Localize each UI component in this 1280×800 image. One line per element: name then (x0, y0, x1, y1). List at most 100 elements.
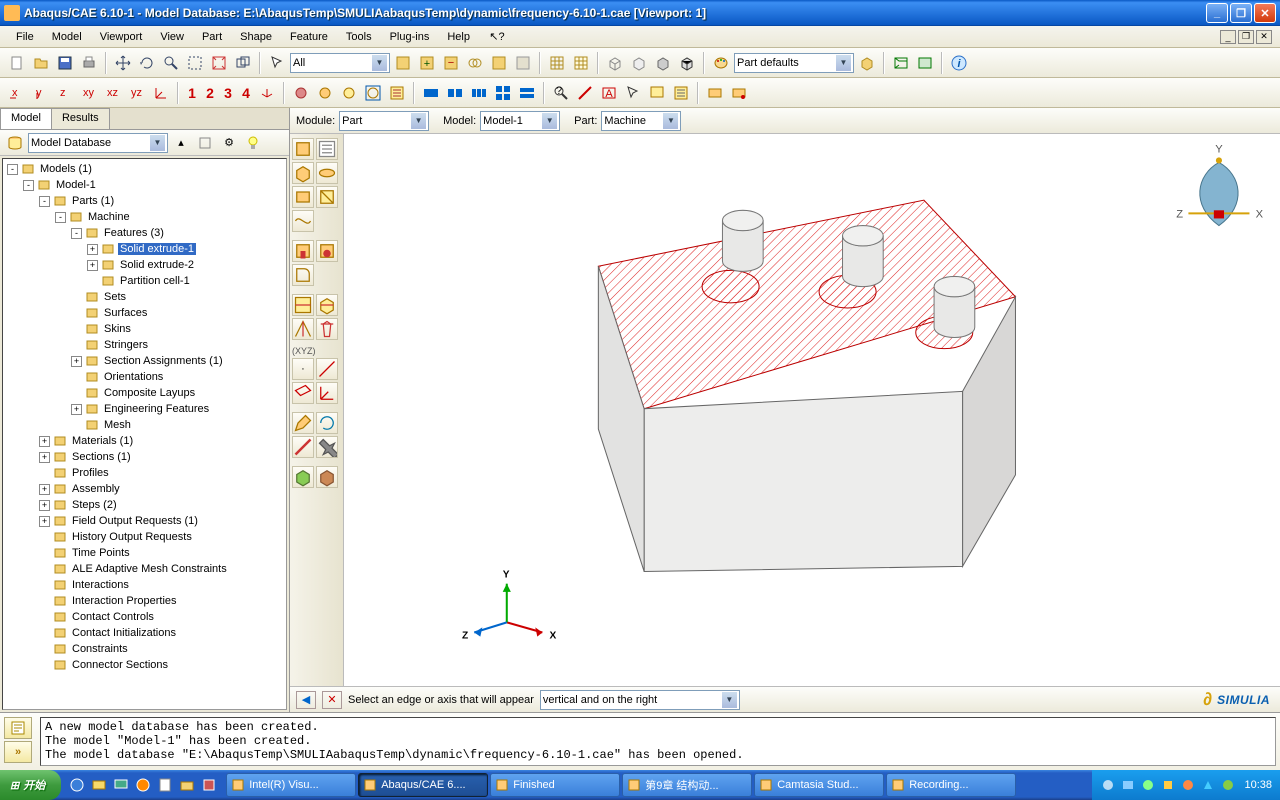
tree-item[interactable]: +Solid extrude-1 (3, 241, 286, 257)
rotate-icon[interactable] (136, 52, 158, 74)
solid-extrude-icon[interactable] (292, 162, 314, 184)
sel-crossing-icon[interactable] (338, 82, 360, 104)
undo-dg-icon[interactable] (512, 52, 534, 74)
annotation-icon[interactable] (646, 82, 668, 104)
menu-tools[interactable]: Tools (338, 29, 380, 45)
menu-part[interactable]: Part (194, 29, 230, 45)
taskbar-task[interactable]: Finished (490, 773, 620, 797)
tree-item[interactable]: -Features (3) (3, 225, 286, 241)
menu-view[interactable]: View (152, 29, 192, 45)
query-icon[interactable]: ? (550, 82, 572, 104)
mesh-list2-icon[interactable] (570, 52, 592, 74)
wire-icon[interactable] (292, 210, 314, 232)
layout1-icon[interactable] (420, 82, 442, 104)
parallel-icon[interactable] (914, 52, 936, 74)
tree-item[interactable]: Time Points (3, 545, 286, 561)
tray-icon[interactable] (1140, 777, 1156, 793)
tree-item[interactable]: Partition cell-1 (3, 273, 286, 289)
perspective-icon[interactable] (890, 52, 912, 74)
render-style-combo[interactable]: Part defaults▼ (734, 53, 854, 73)
layout3-icon[interactable] (468, 82, 490, 104)
datum-yz-icon[interactable]: yz (126, 82, 148, 104)
system-tray[interactable]: 10:38 (1092, 770, 1280, 800)
geom-repair-icon[interactable] (292, 466, 314, 488)
datum-plane-icon[interactable] (292, 382, 314, 404)
color-box-icon[interactable] (856, 52, 878, 74)
datum-xy-icon[interactable]: xy (78, 82, 100, 104)
shell-extrude-icon[interactable] (292, 186, 314, 208)
tree-tip-icon[interactable] (242, 132, 264, 154)
tray-icon[interactable] (1200, 777, 1216, 793)
datum-z-icon[interactable]: z (54, 82, 76, 104)
layout5-icon[interactable] (516, 82, 538, 104)
tree-item[interactable]: -Model-1 (3, 177, 286, 193)
taskbar-task[interactable]: Recording... (886, 773, 1016, 797)
tree-options-icon[interactable]: ⚙ (218, 132, 240, 154)
open-icon[interactable] (30, 52, 52, 74)
suppress-icon[interactable] (292, 436, 314, 458)
partition-face-icon[interactable] (292, 294, 314, 316)
taskbar-task[interactable]: 第9章 结构动... (622, 773, 752, 797)
datum-csys2-icon[interactable] (316, 382, 338, 404)
either-icon[interactable] (488, 52, 510, 74)
remove-icon[interactable]: − (440, 52, 462, 74)
tree-item[interactable]: Mesh (3, 417, 286, 433)
start-button[interactable]: ⊞开始 (0, 770, 61, 800)
tree-item[interactable]: Composite Layups (3, 385, 286, 401)
tree-item[interactable]: ALE Adaptive Mesh Constraints (3, 561, 286, 577)
quicklaunch-media-icon[interactable] (133, 774, 153, 796)
quicklaunch-mail-icon[interactable] (89, 774, 109, 796)
shaded-icon[interactable] (652, 52, 674, 74)
triad-icon[interactable] (256, 82, 278, 104)
text-tool-icon[interactable]: A (598, 82, 620, 104)
tray-icon[interactable] (1160, 777, 1176, 793)
close-button[interactable]: ✕ (1254, 3, 1276, 23)
tree-item[interactable]: Interactions (3, 577, 286, 593)
tree-item[interactable]: +Assembly (3, 481, 286, 497)
database-combo[interactable]: Model Database▼ (28, 133, 168, 153)
tray-icon[interactable] (1220, 777, 1236, 793)
part-combo[interactable]: Machine▼ (601, 111, 681, 131)
datum-xz-icon[interactable]: xz (102, 82, 124, 104)
new-icon[interactable] (6, 52, 28, 74)
prompt-combo[interactable]: vertical and on the right▼ (540, 690, 740, 710)
quicklaunch-app-icon[interactable] (199, 774, 219, 796)
expand-tree-icon[interactable]: ▴ (170, 132, 192, 154)
cut-extrude-icon[interactable] (292, 240, 314, 262)
model-combo[interactable]: Model-1▼ (480, 111, 560, 131)
create-part-icon[interactable] (292, 138, 314, 160)
views2-icon[interactable] (728, 82, 750, 104)
tree-item[interactable]: +Engineering Features (3, 401, 286, 417)
module-combo[interactable]: Part▼ (339, 111, 429, 131)
filter-tree-icon[interactable] (194, 132, 216, 154)
add-icon[interactable]: + (416, 52, 438, 74)
tree-item[interactable]: Contact Controls (3, 609, 286, 625)
shaded-edges-icon[interactable] (676, 52, 698, 74)
round-icon[interactable] (292, 264, 314, 286)
wireframe-icon[interactable] (604, 52, 626, 74)
annotation-list-icon[interactable] (670, 82, 692, 104)
view-3-button[interactable]: 3 (220, 85, 236, 101)
mirror-icon[interactable] (292, 318, 314, 340)
delete-feature-icon[interactable] (316, 318, 338, 340)
menu-feature[interactable]: Feature (282, 29, 336, 45)
mdi-close-button[interactable]: ✕ (1256, 30, 1272, 44)
view-4-button[interactable]: 4 (238, 85, 254, 101)
tree-item[interactable]: -Machine (3, 209, 286, 225)
tree-item[interactable]: Interaction Properties (3, 593, 286, 609)
views1-icon[interactable] (704, 82, 726, 104)
prompt-back-icon[interactable]: ◀ (296, 691, 316, 709)
tree-item[interactable]: Sets (3, 289, 286, 305)
menu-shape[interactable]: Shape (232, 29, 280, 45)
datum-csys-icon[interactable] (150, 82, 172, 104)
save-icon[interactable] (54, 52, 76, 74)
quicklaunch-folder-icon[interactable] (177, 774, 197, 796)
palette-icon[interactable] (710, 52, 732, 74)
zoom-box-icon[interactable] (184, 52, 206, 74)
layout2-icon[interactable] (444, 82, 466, 104)
regenerate-icon[interactable] (316, 412, 338, 434)
quicklaunch-browser-icon[interactable] (67, 774, 87, 796)
tree-item[interactable]: Profiles (3, 465, 286, 481)
pan-icon[interactable] (112, 52, 134, 74)
layout4-icon[interactable] (492, 82, 514, 104)
